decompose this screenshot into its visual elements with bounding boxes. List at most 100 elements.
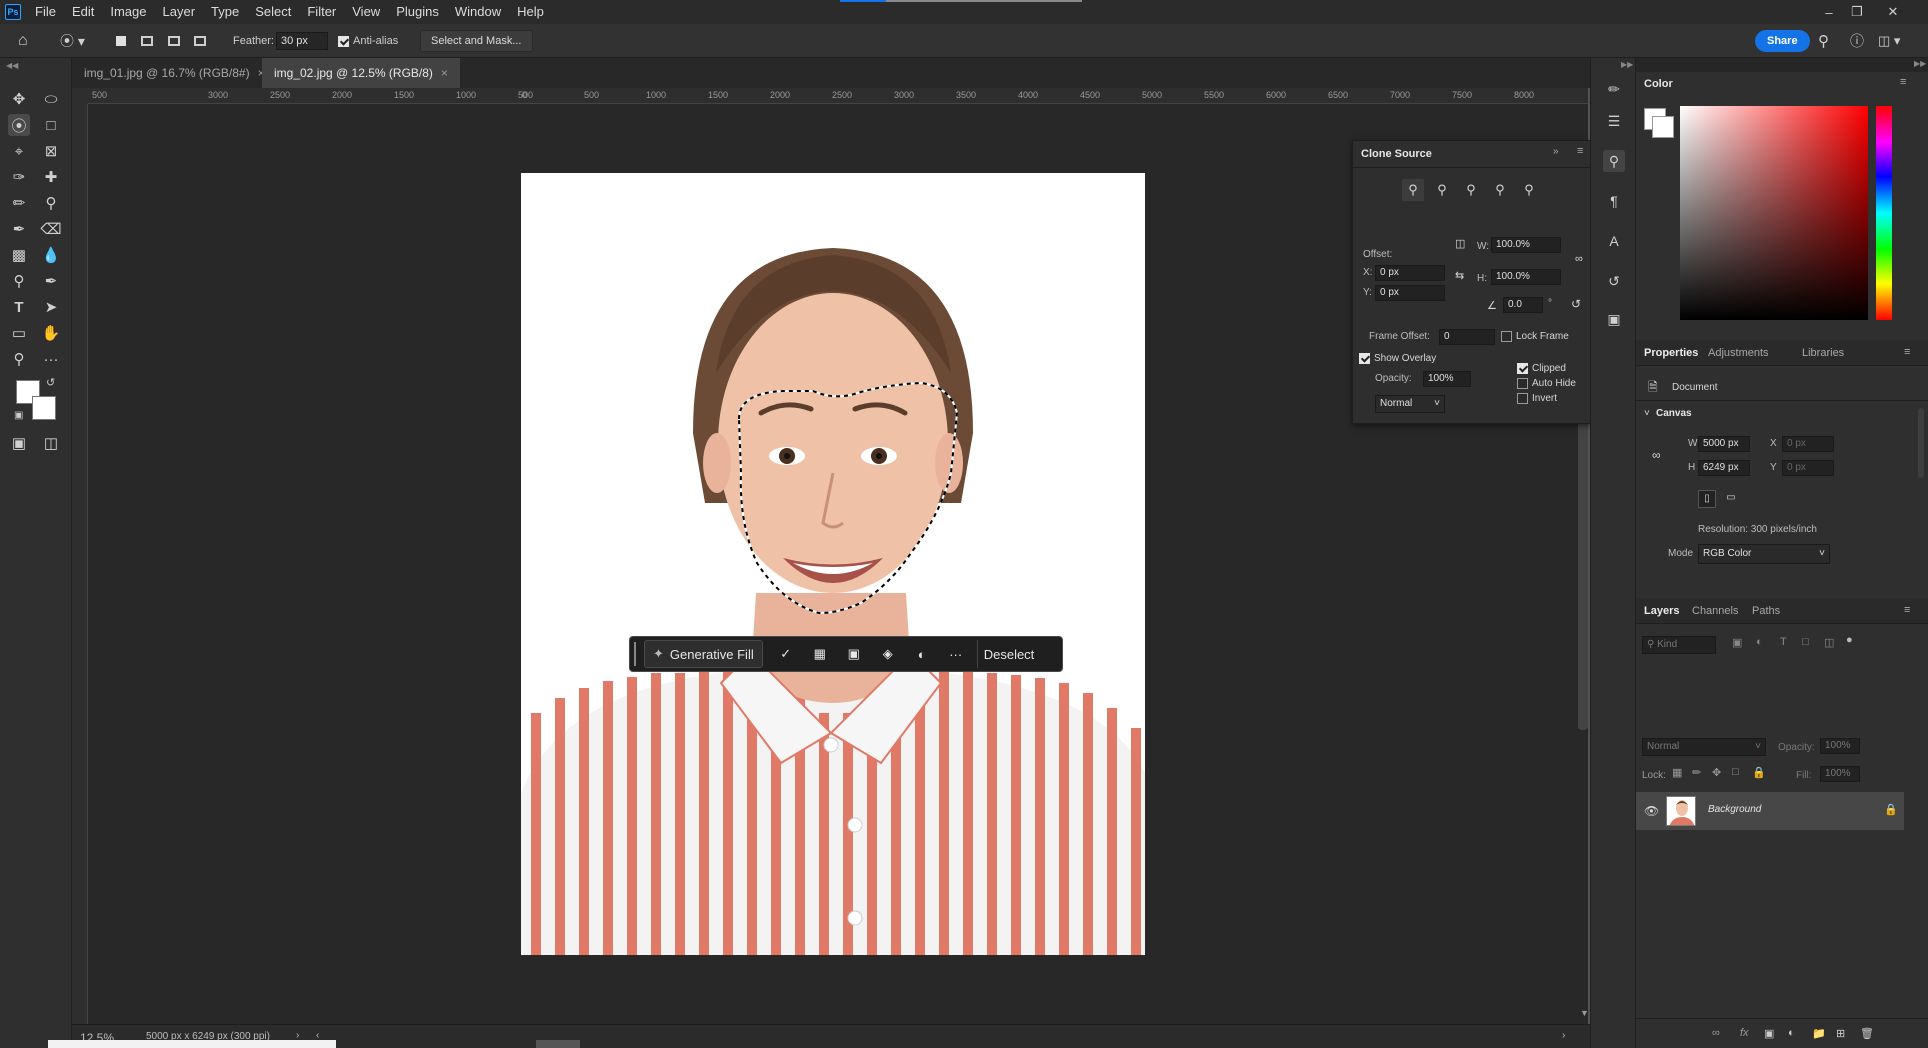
quick-mask-icon[interactable]: ▣ <box>8 432 30 454</box>
select-and-mask-button[interactable]: Select and Mask... <box>420 30 533 52</box>
adjustment-layer-icon[interactable]: ◐ <box>905 640 939 668</box>
close-tab-icon[interactable]: × <box>441 66 448 80</box>
flip-horizontal-icon[interactable]: ⇆ <box>1455 269 1464 282</box>
collapse-toolbar-icon[interactable]: ◀◀ <box>6 61 18 70</box>
overlay-blend-mode-select[interactable]: Normal ˅ <box>1375 395 1445 413</box>
filter-pixel-icon[interactable]: ▣ <box>1732 636 1742 649</box>
history-brush-tool-icon[interactable]: ✒ <box>8 218 30 240</box>
document-image[interactable] <box>521 173 1145 955</box>
pen-tool-icon[interactable]: ✒ <box>40 270 62 292</box>
layer-lock-icon[interactable]: 🔒 <box>1884 803 1898 816</box>
angle-input[interactable]: 0.0 <box>1503 297 1543 313</box>
tab-adjustments[interactable]: Adjustments <box>1708 340 1769 366</box>
lock-aspect-icon[interactable]: ◫ <box>1455 237 1465 250</box>
clone-stamp-tool-icon[interactable]: ⚲ <box>40 192 62 214</box>
crop-tool-icon[interactable]: ⌖ <box>8 140 30 162</box>
add-to-selection-icon[interactable] <box>141 31 153 51</box>
fill-input[interactable]: 100% <box>1820 766 1860 782</box>
new-layer-icon[interactable]: ⊞ <box>1836 1027 1845 1040</box>
scroll-right-icon[interactable]: › <box>1562 1030 1565 1041</box>
menu-select[interactable]: Select <box>247 0 299 24</box>
dodge-tool-icon[interactable]: ⚲ <box>8 270 30 292</box>
offset-y-input[interactable]: 0 px <box>1375 285 1445 301</box>
menu-image[interactable]: Image <box>102 0 154 24</box>
height-scale-input[interactable]: 100.0% <box>1491 269 1561 285</box>
layer-style-icon[interactable]: fx <box>1740 1027 1749 1039</box>
scroll-down-icon[interactable]: ▼ <box>1580 1008 1589 1018</box>
path-selection-tool-icon[interactable]: ➤ <box>40 296 62 318</box>
deselect-button[interactable]: Deselect <box>976 640 1041 668</box>
blur-tool-icon[interactable]: 💧 <box>40 244 62 266</box>
transform-selection-icon[interactable]: ▦ <box>803 640 837 668</box>
anti-alias-checkbox[interactable]: Anti-alias <box>338 31 398 51</box>
brush-settings-icon[interactable]: ✏ <box>1603 78 1625 100</box>
panel-menu-icon[interactable]: ≡ <box>1904 604 1910 616</box>
menu-filter[interactable]: Filter <box>299 0 344 24</box>
lock-artboard-icon[interactable]: □ <box>1732 766 1739 778</box>
collapse-dock-icon[interactable]: ▶▶ <box>1914 59 1926 68</box>
more-options-icon[interactable]: ··· <box>939 640 973 668</box>
tab-img-01[interactable]: img_01.jpg @ 16.7% (RGB/8#)× <box>72 58 277 88</box>
background-color-swatch[interactable] <box>32 396 56 420</box>
lock-frame-checkbox[interactable]: Lock Frame <box>1501 331 1569 342</box>
filter-adjustment-icon[interactable]: ◐ <box>1756 636 1763 648</box>
width-scale-input[interactable]: 100.0% <box>1491 237 1561 253</box>
zoom-tool-icon[interactable]: ⚲ <box>8 348 30 370</box>
panel-menu-icon[interactable]: ≡ <box>1900 76 1906 88</box>
filter-toggle-icon[interactable]: ● <box>1846 634 1853 646</box>
lock-image-icon[interactable]: ✏ <box>1692 766 1701 779</box>
home-icon[interactable]: ⌂ <box>18 31 28 51</box>
new-selection-icon[interactable] <box>116 31 126 51</box>
menu-plugins[interactable]: Plugins <box>388 0 447 24</box>
eraser-tool-icon[interactable]: ⌫ <box>40 218 62 240</box>
search-icon[interactable]: ⚲ <box>1818 31 1829 51</box>
paragraph-icon[interactable]: ¶ <box>1603 190 1625 212</box>
minimize-icon[interactable]: – <box>1814 0 1844 24</box>
tab-img-02[interactable]: img_02.jpg @ 12.5% (RGB/8) × <box>262 58 460 88</box>
canvas-width-input[interactable]: 5000 px <box>1698 436 1750 452</box>
collapse-strip-icon[interactable]: ▶▶ <box>1621 60 1633 69</box>
menu-edit[interactable]: Edit <box>64 0 102 24</box>
link-layers-icon[interactable]: ∞ <box>1712 1027 1720 1039</box>
new-fill-layer-icon[interactable]: ◐ <box>1788 1027 1795 1039</box>
type-tool-icon[interactable]: T <box>8 296 30 318</box>
panel-menu-icon[interactable]: ≡ <box>1577 145 1583 157</box>
canvas-height-input[interactable]: 6249 px <box>1698 460 1750 476</box>
checkbox-icon[interactable] <box>1517 393 1528 404</box>
checkbox-icon[interactable] <box>1501 331 1512 342</box>
link-dimensions-icon[interactable]: ∞ <box>1652 448 1661 462</box>
modify-selection-icon[interactable]: ✓ <box>769 640 803 668</box>
tab-libraries[interactable]: Libraries <box>1802 340 1844 366</box>
add-mask-icon[interactable]: ▣ <box>1764 1027 1774 1040</box>
tab-properties[interactable]: Properties <box>1644 340 1698 366</box>
clone-source-2-icon[interactable]: ⚲ <box>1431 179 1453 201</box>
bg-color-swatch[interactable] <box>1652 116 1674 138</box>
adjustments-icon[interactable]: ☰ <box>1603 110 1625 132</box>
reset-transform-icon[interactable]: ↺ <box>1571 297 1581 311</box>
delete-layer-icon[interactable]: 🗑 <box>1860 1027 1874 1040</box>
horizontal-ruler[interactable]: 500 3000 2500 2000 1500 1000 500 0 500 1… <box>88 88 1588 104</box>
properties-scrollbar[interactable] <box>1918 408 1924 478</box>
brush-tool-icon[interactable]: ✏ <box>8 192 30 214</box>
tab-paths[interactable]: Paths <box>1752 598 1780 624</box>
checkbox-icon[interactable] <box>1517 378 1528 389</box>
overlay-opacity-input[interactable]: 100% <box>1423 371 1471 387</box>
landscape-orientation-icon[interactable]: ▭ <box>1722 490 1740 508</box>
filter-type-icon[interactable]: T <box>1780 636 1787 648</box>
checkbox-icon[interactable] <box>1517 363 1528 374</box>
frame-offset-input[interactable]: 0 <box>1439 329 1495 345</box>
auto-hide-checkbox[interactable]: Auto Hide <box>1517 378 1576 389</box>
swap-colors-icon[interactable]: ↺ <box>46 376 55 389</box>
vertical-scrollbar[interactable] <box>1578 400 1588 730</box>
panel-menu-icon[interactable]: ≡ <box>1904 346 1910 358</box>
history-icon[interactable]: ↺ <box>1603 270 1625 292</box>
default-colors-icon[interactable]: ▣ <box>14 410 23 421</box>
clone-source-1-icon[interactable]: ⚲ <box>1402 179 1424 201</box>
visibility-eye-icon[interactable]: 👁 <box>1644 804 1659 818</box>
more-tools-icon[interactable]: ··· <box>40 348 62 370</box>
lock-transparent-icon[interactable]: ▦ <box>1672 766 1682 779</box>
chevron-down-icon[interactable]: ˅ <box>1644 408 1650 419</box>
healing-brush-tool-icon[interactable]: ✚ <box>40 166 62 188</box>
tab-layers[interactable]: Layers <box>1644 598 1679 624</box>
restore-icon[interactable]: ❐ <box>1842 0 1872 24</box>
